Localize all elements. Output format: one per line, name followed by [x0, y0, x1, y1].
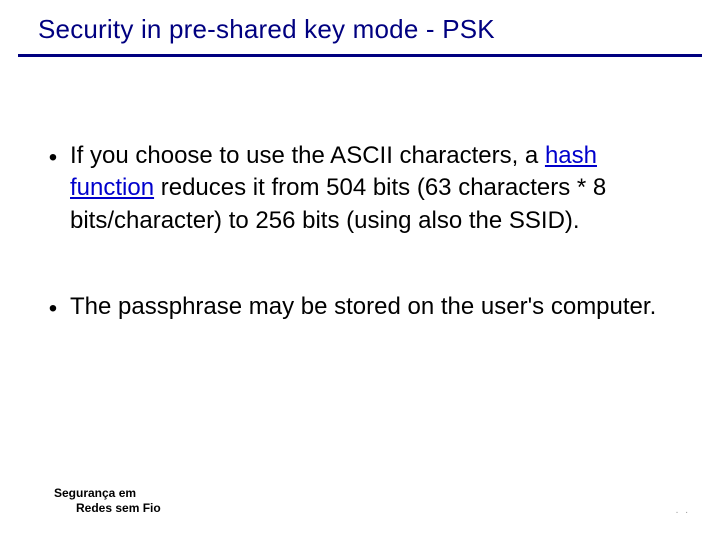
- bullet-pre: The passphrase may be stored on the user…: [70, 293, 656, 320]
- bullet-item: • The passphrase may be stored on the us…: [44, 291, 676, 325]
- title-rule: [18, 54, 702, 57]
- footer-line1: Segurança em: [54, 486, 161, 501]
- page-title: Security in pre-shared key mode - PSK: [38, 14, 680, 45]
- footer-line2: Redes sem Fio: [54, 501, 161, 516]
- bullet-dot-icon: •: [44, 293, 62, 325]
- footer-label: Segurança em Redes sem Fio: [54, 486, 161, 516]
- slide: Security in pre-shared key mode - PSK • …: [0, 0, 720, 540]
- bullet-dot-icon: •: [44, 142, 62, 174]
- bullet-item: • If you choose to use the ASCII charact…: [44, 140, 676, 237]
- bullet-pre: If you choose to use the ASCII character…: [70, 142, 545, 169]
- body-content: • If you choose to use the ASCII charact…: [44, 140, 676, 380]
- bullet-text: If you choose to use the ASCII character…: [70, 140, 676, 237]
- bullet-text: The passphrase may be stored on the user…: [70, 291, 676, 323]
- page-corner-mark: . .: [676, 505, 690, 516]
